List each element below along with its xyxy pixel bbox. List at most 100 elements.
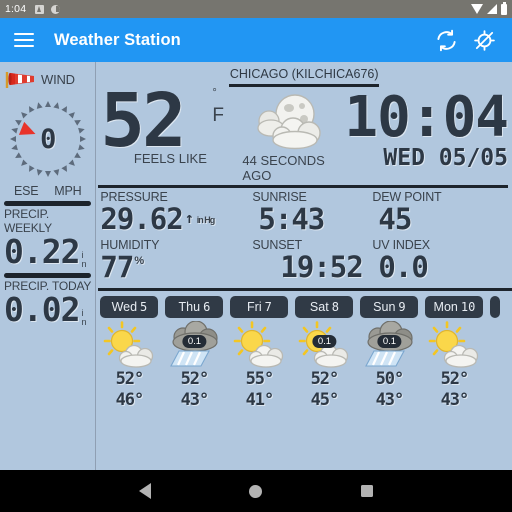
pressure-trend-arrow: ↑ xyxy=(184,208,194,227)
forecast-tab-date: 10 xyxy=(460,299,476,314)
stat-sunset-value: 19:52 xyxy=(280,249,363,284)
forecast-tab-date: 6 xyxy=(203,299,211,314)
compass-tick xyxy=(44,171,51,177)
sun-cloud-icon: 0.1 xyxy=(295,320,353,369)
stat-dewpoint: DEW POINT 45 xyxy=(372,190,512,236)
back-icon[interactable] xyxy=(139,483,152,499)
forecast-tab-fri[interactable]: Fri 7 xyxy=(230,295,289,318)
current-temperature-block: 52 ° F FEELS LIKE xyxy=(100,84,240,166)
stats-row-2: HUMIDITY 77 % SUNSET 19:52 UV INDEX 0.0 xyxy=(96,236,512,284)
android-status-bar: 1:04 xyxy=(0,0,512,18)
forecast-column: 52° 43° xyxy=(425,320,483,412)
pressure-unit: in Hg xyxy=(196,214,215,225)
compass-tick xyxy=(68,110,77,119)
stat-humidity: HUMIDITY 77 % xyxy=(100,238,252,284)
stat-uvindex: UV INDEX 0.0 xyxy=(372,238,512,284)
stat-humidity-value: 77 xyxy=(100,249,134,284)
precip-weekly-value: 0.22 xyxy=(4,232,80,271)
sun-cloud-icon xyxy=(230,320,288,369)
forecast-low-temp: 45° xyxy=(310,389,340,410)
precip-weekly-unit: in xyxy=(81,250,87,270)
sd-card-icon xyxy=(35,4,45,14)
moon-cloud-icon xyxy=(249,92,335,154)
signal-icon xyxy=(487,4,497,14)
wind-label: WIND xyxy=(41,71,75,87)
stat-uvindex-value: 0.0 xyxy=(378,249,428,284)
weather-content: WIND 0 ESE MPH PRECIP. WEEKLY 0.22 in PR… xyxy=(0,62,512,470)
refresh-icon[interactable] xyxy=(432,26,460,54)
windsock-icon xyxy=(4,69,38,89)
home-icon[interactable] xyxy=(249,484,263,498)
forecast-tab-sun[interactable]: Sun 9 xyxy=(360,295,419,318)
forecast-high-temp: 55° xyxy=(245,368,275,389)
compass-tick xyxy=(61,165,70,174)
recents-icon[interactable] xyxy=(360,485,373,497)
forecast-high-temp: 52° xyxy=(440,368,470,389)
forecast-tab-day: Sun xyxy=(373,299,396,314)
stat-pressure-value: 29.62 xyxy=(100,201,183,236)
forecast-tab-date: 7 xyxy=(264,299,272,314)
stat-humidity-value-row: 77 % xyxy=(100,249,252,284)
forecast-tab-day: Sat xyxy=(309,299,329,314)
hamburger-menu-icon[interactable] xyxy=(14,33,34,47)
humidity-unit: % xyxy=(134,254,144,267)
forecast-column: 52° 46° xyxy=(100,320,158,412)
clock-time: 10:04 xyxy=(344,85,509,150)
forecast-tab-thu[interactable]: Thu 6 xyxy=(165,295,224,318)
forecast-low-temp: 43° xyxy=(440,389,470,410)
wind-speed-unit: MPH xyxy=(54,184,82,198)
compass-tick xyxy=(26,104,35,113)
stats-row-1: PRESSURE 29.62 ↑ in Hg SUNRISE 5:43 DEW … xyxy=(96,188,512,236)
current-condition-block: 44 SECONDS AGO xyxy=(240,87,344,184)
precip-today-block: PRECIP. TODAY 0.02 in xyxy=(0,278,95,328)
app-bar: Weather Station xyxy=(0,18,512,62)
stat-sunset: SUNSET 19:52 xyxy=(252,238,372,284)
forecast-low-temp: 43° xyxy=(375,389,405,410)
precip-today-unit: in xyxy=(81,307,87,328)
precip-weekly-row: 0.22 in xyxy=(4,232,91,271)
compass-tick xyxy=(34,169,43,177)
wind-header: WIND xyxy=(0,66,95,92)
page-title: Weather Station xyxy=(54,30,181,49)
forecast-tab-date: 9 xyxy=(398,299,406,314)
compass-tick xyxy=(53,101,61,109)
forecast-column: 0.1 50° 43° xyxy=(360,320,418,412)
forecast-tab-date: 8 xyxy=(331,299,339,314)
location-off-icon[interactable] xyxy=(470,26,498,54)
stat-sunrise-value: 5:43 xyxy=(258,201,325,236)
stat-pressure-value-row: 29.62 ↑ in Hg xyxy=(100,201,252,236)
precip-today-row: 0.02 in xyxy=(4,289,91,329)
forecast-tab-mon[interactable]: Mon 10 xyxy=(425,295,484,318)
forecast-section: Wed 5 Thu 6 Fri 7 Sat 8 Sun 9 Mon 10 52° 46° 0.1 52° 43… xyxy=(96,295,512,412)
forecast-tab-wed[interactable]: Wed 5 xyxy=(100,295,159,318)
main-weather-panel: CHICAGO (KILCHICA676) 52 ° F FEELS LIKE xyxy=(96,62,512,470)
compass-tick xyxy=(34,101,43,109)
forecast-low-temp: 41° xyxy=(245,389,275,410)
forecast-column: 0.1 52° 43° xyxy=(165,320,223,412)
compass-tick xyxy=(26,165,35,174)
forecast-low-temp: 43° xyxy=(180,389,210,410)
precip-today-value: 0.02 xyxy=(4,289,80,329)
stat-dewpoint-value-row: 45 xyxy=(372,201,512,236)
stat-sunrise: SUNRISE 5:43 xyxy=(252,190,372,236)
stat-uvindex-value-row: 0.0 xyxy=(372,249,512,284)
stat-dewpoint-value: 45 xyxy=(378,201,412,236)
forecast-column: 55° 41° xyxy=(230,320,288,412)
wind-direction-label: ESE xyxy=(13,184,39,198)
forecast-high-temp: 50° xyxy=(375,368,405,389)
stat-pressure: PRESSURE 29.62 ↑ in Hg xyxy=(100,190,252,236)
precip-amount-badge: 0.1 xyxy=(377,334,402,348)
compass-tick xyxy=(53,169,61,177)
forecast-tab-next-partial[interactable] xyxy=(490,295,501,318)
forecast-column: 0.1 52° 45° xyxy=(295,320,353,412)
forecast-day-tabs[interactable]: Wed 5 Thu 6 Fri 7 Sat 8 Sun 9 Mon 10 xyxy=(100,295,512,318)
stat-sunrise-value-row: 5:43 xyxy=(252,201,372,236)
forecast-tab-day: Thu xyxy=(178,299,201,314)
compass-tick xyxy=(68,159,77,168)
forecast-tab-sat[interactable]: Sat 8 xyxy=(295,295,354,318)
sun-cloud-icon xyxy=(100,320,158,369)
app-screen: 1:04 Weather Station WIND 0 ESE MPH PREC… xyxy=(0,0,512,512)
rain-cloud-icon: 0.1 xyxy=(360,320,418,369)
compass-tick xyxy=(61,104,70,113)
precip-amount-badge: 0.1 xyxy=(312,334,337,348)
